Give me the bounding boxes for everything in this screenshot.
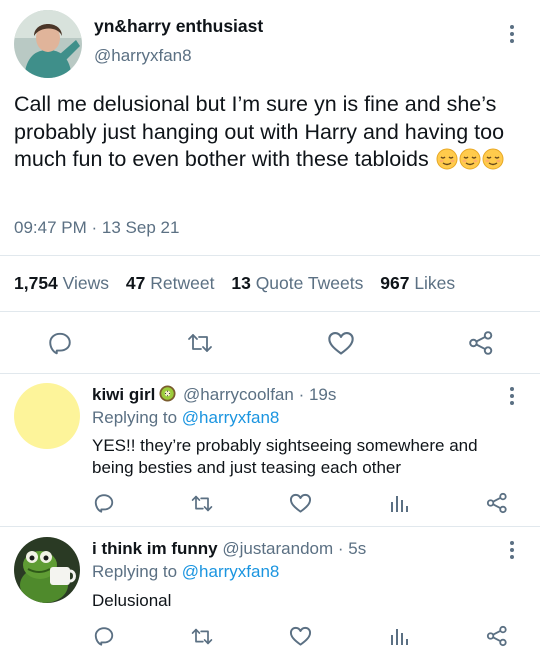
- tweet-date: 13 Sep 21: [101, 218, 180, 237]
- tweet-timestamp[interactable]: 09:47 PM · 13 Sep 21: [14, 218, 179, 238]
- like-icon[interactable]: [327, 330, 355, 356]
- retweet-icon[interactable]: [190, 493, 214, 514]
- reply-icon[interactable]: [47, 330, 73, 356]
- reply-author-name[interactable]: kiwi girl: [92, 385, 155, 404]
- replying-to: Replying to @harryxfan8: [92, 562, 279, 582]
- reply-icon[interactable]: [93, 625, 115, 647]
- stat-quote-tweets[interactable]: 13 Quote Tweets: [231, 273, 363, 293]
- like-icon[interactable]: [289, 625, 312, 647]
- kiwi-badge-icon: [159, 385, 176, 402]
- more-options-icon[interactable]: [509, 541, 515, 559]
- stat-likes[interactable]: 967 Likes: [380, 273, 455, 293]
- retweet-icon[interactable]: [186, 331, 214, 355]
- reply-time: · 19s: [298, 385, 337, 404]
- like-icon[interactable]: [289, 492, 312, 514]
- stat-views[interactable]: 1,754 Views: [14, 273, 109, 293]
- more-options-icon[interactable]: [509, 387, 515, 405]
- share-icon[interactable]: [486, 492, 508, 514]
- timestamp-separator: ·: [91, 218, 98, 237]
- reply-avatar[interactable]: [14, 383, 80, 449]
- reply-author-name[interactable]: i think im funny: [92, 539, 218, 558]
- author-name[interactable]: yn&harry enthusiast: [94, 16, 263, 37]
- tweet-body: Call me delusional but I’m sure yn is fi…: [14, 91, 524, 174]
- replying-to-handle[interactable]: @harryxfan8: [182, 408, 280, 427]
- replying-to-label: Replying to: [92, 408, 178, 427]
- more-options-icon[interactable]: [509, 25, 515, 43]
- reply-icon[interactable]: [93, 492, 115, 514]
- divider: [0, 373, 540, 374]
- tweet-stats: 1,754 Views 47 Retweet 13 Quote Tweets 9…: [14, 273, 467, 294]
- author-avatar[interactable]: [14, 10, 82, 78]
- reply-author-handle[interactable]: @justarandom: [222, 539, 333, 558]
- stat-retweets[interactable]: 47 Retweet: [126, 273, 215, 293]
- tweet-time: 09:47 PM: [14, 218, 87, 237]
- relieved-face-icon: [436, 148, 458, 170]
- relieved-face-icon: [459, 148, 481, 170]
- stats-icon[interactable]: [389, 492, 409, 514]
- divider: [0, 255, 540, 256]
- author-handle[interactable]: @harryxfan8: [94, 46, 192, 66]
- reply-text: Delusional: [92, 591, 172, 610]
- reply-text: YES!! they’re probably sightseeing somew…: [92, 436, 478, 477]
- reply-avatar[interactable]: [14, 537, 80, 603]
- reply-author-handle[interactable]: @harrycoolfan: [183, 385, 294, 404]
- share-icon[interactable]: [468, 330, 494, 356]
- tweet-text: Call me delusional but I’m sure yn is fi…: [14, 92, 505, 171]
- divider: [0, 311, 540, 312]
- reply-header: kiwi girl @harrycoolfan · 19s: [92, 385, 336, 405]
- replying-to-label: Replying to: [92, 562, 178, 581]
- reply-time: · 5s: [337, 539, 367, 558]
- retweet-icon[interactable]: [190, 626, 214, 647]
- divider: [0, 526, 540, 527]
- share-icon[interactable]: [486, 625, 508, 647]
- stats-icon[interactable]: [389, 625, 409, 647]
- reply-header: i think im funny @justarandom · 5s: [92, 539, 366, 559]
- replying-to: Replying to @harryxfan8: [92, 408, 279, 428]
- replying-to-handle[interactable]: @harryxfan8: [182, 562, 280, 581]
- relieved-face-icon: [482, 148, 504, 170]
